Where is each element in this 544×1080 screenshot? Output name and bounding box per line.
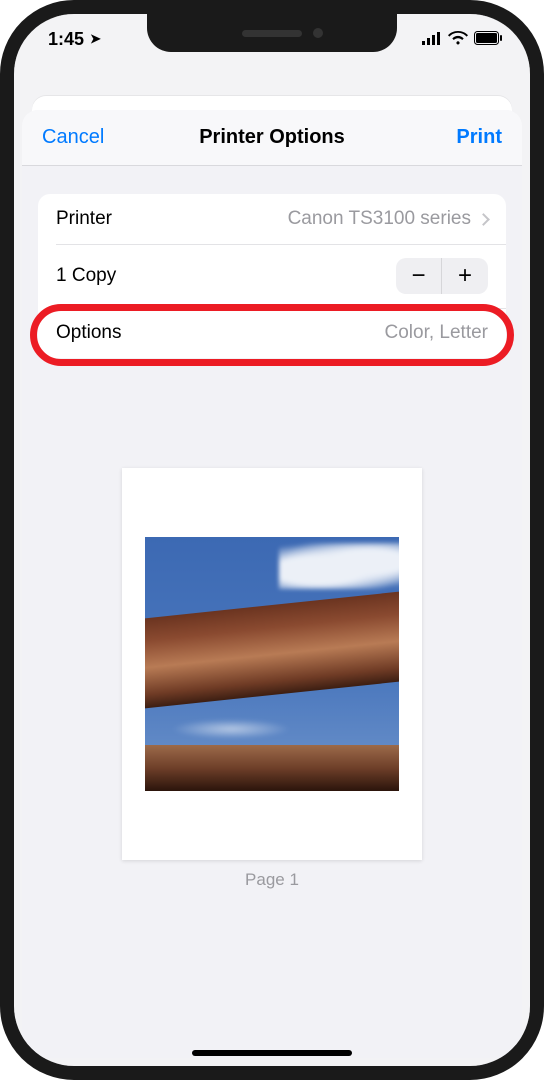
notch	[147, 14, 397, 52]
printer-row-label: Printer	[56, 208, 112, 230]
wifi-icon	[448, 29, 468, 50]
battery-icon	[474, 29, 502, 50]
settings-group: Printer Canon TS3100 series 1 Copy − + O…	[38, 194, 506, 358]
print-preview-area: Page 1	[22, 358, 522, 1058]
preview-page-label: Page 1	[245, 870, 299, 890]
location-icon: ➤	[90, 31, 101, 47]
print-button[interactable]: Print	[422, 126, 502, 149]
stepper-decrement-button[interactable]: −	[396, 258, 442, 294]
sheet-title: Printer Options	[199, 126, 345, 149]
chevron-right-icon	[477, 213, 490, 226]
printer-row[interactable]: Printer Canon TS3100 series	[38, 194, 506, 244]
options-row-value: Color, Letter	[385, 322, 489, 344]
preview-page[interactable]	[122, 468, 422, 860]
options-row[interactable]: Options Color, Letter	[38, 308, 506, 358]
home-indicator[interactable]	[192, 1050, 352, 1056]
printer-options-sheet: Cancel Printer Options Print Printer Can…	[22, 110, 522, 1058]
copies-stepper: − +	[396, 258, 488, 294]
screen: 1:45 ➤ Cancel Printer Options Print	[14, 14, 530, 1066]
copies-row-label: 1 Copy	[56, 265, 116, 287]
preview-photo	[145, 537, 399, 791]
cancel-button[interactable]: Cancel	[42, 126, 122, 149]
iphone-frame: 1:45 ➤ Cancel Printer Options Print	[0, 0, 544, 1080]
stepper-increment-button[interactable]: +	[442, 258, 488, 294]
printer-row-value: Canon TS3100 series	[288, 208, 471, 230]
cellular-icon	[422, 29, 442, 50]
status-time: 1:45	[48, 29, 84, 50]
copies-row: 1 Copy − +	[38, 244, 506, 308]
nav-bar: Cancel Printer Options Print	[22, 110, 522, 166]
options-row-label: Options	[56, 322, 121, 344]
